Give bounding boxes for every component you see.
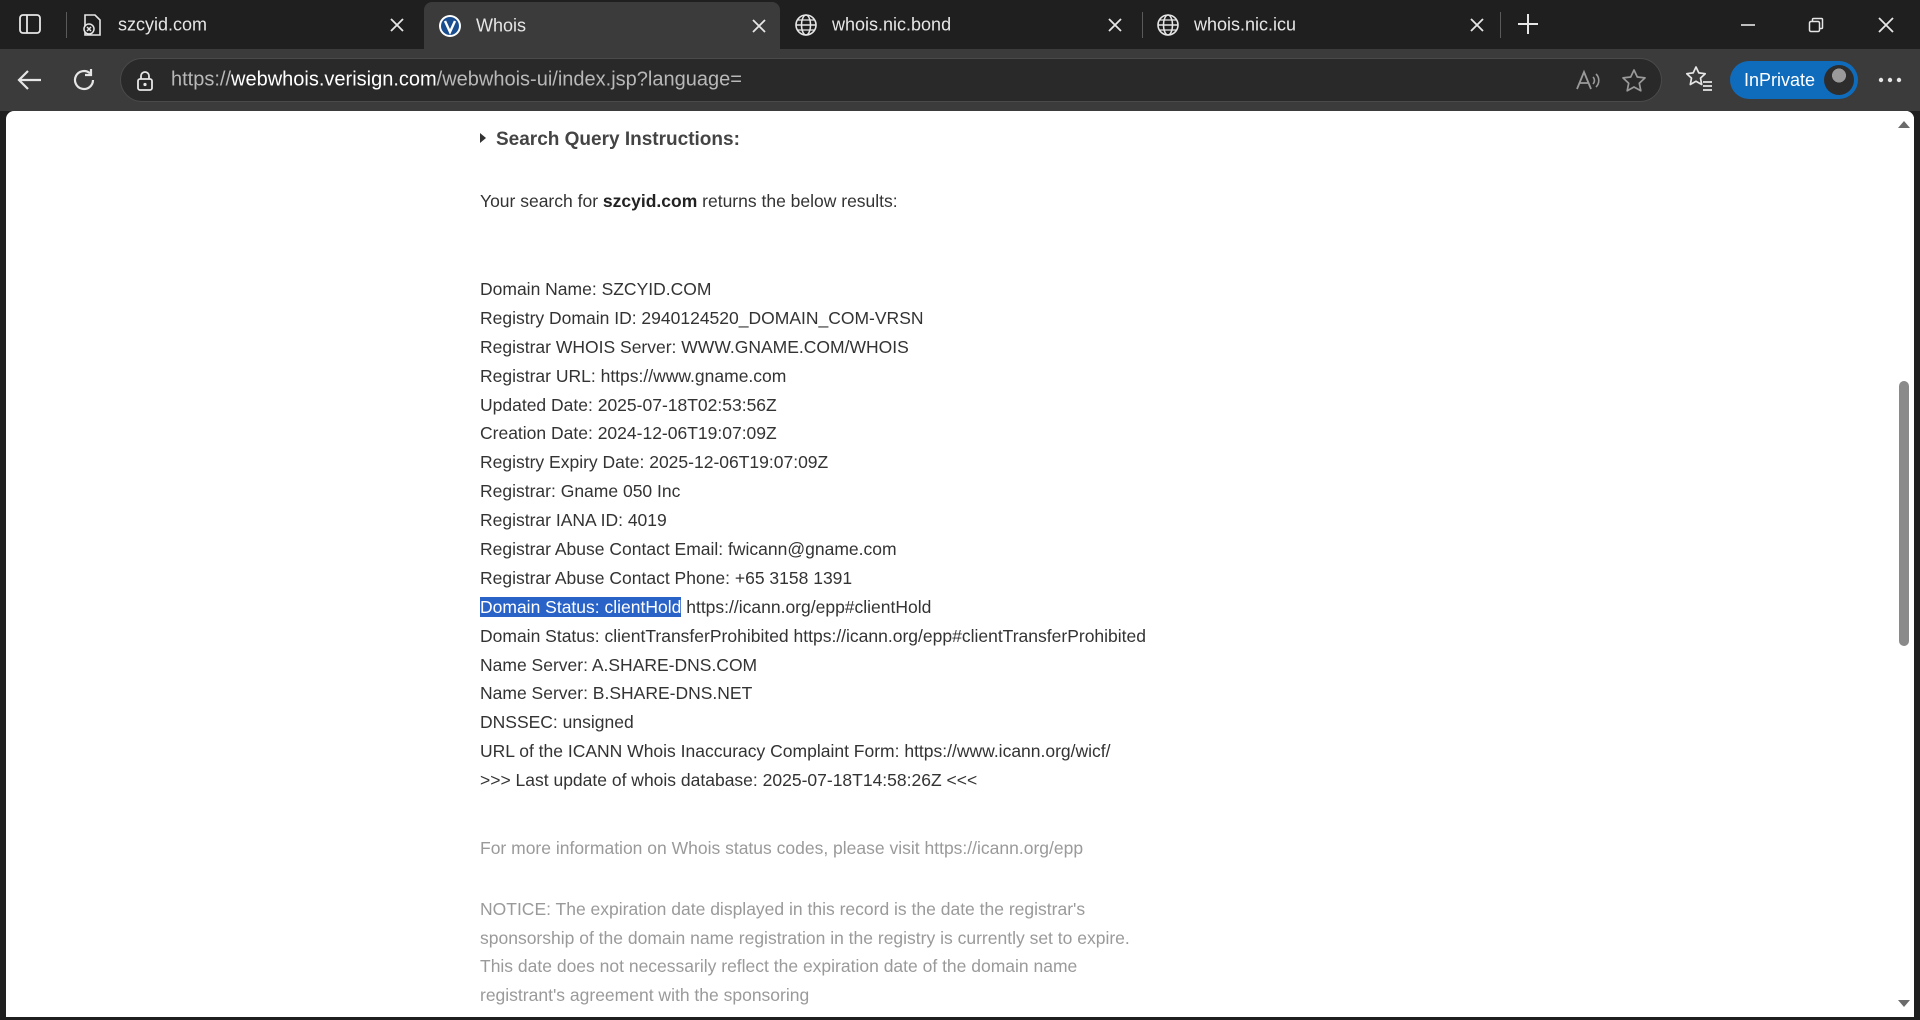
record-line: Registrar Abuse Contact Email: fwicann@g… <box>480 539 897 560</box>
record-line: Name Server: B.SHARE-DNS.NET <box>480 683 753 704</box>
record-line: Registrar URL: https://www.gname.com <box>480 365 787 386</box>
caret-right-icon <box>480 132 486 143</box>
url-host: webwhois.verisign.com <box>231 68 437 91</box>
tab-whois-nic-bond[interactable]: whois.nic.bond <box>780 4 1136 46</box>
tab-actions-icon[interactable] <box>12 10 48 38</box>
address-bar[interactable]: https://webwhois.verisign.com/webwhois-u… <box>120 58 1662 102</box>
tab-separator <box>1500 12 1501 38</box>
favorite-star-icon[interactable] <box>1621 68 1647 94</box>
more-options-icon[interactable] <box>1874 64 1906 96</box>
search-prefix: Your search for <box>480 191 599 211</box>
record-line: Creation Date: 2024-12-06T19:07:09Z <box>480 423 777 444</box>
tab-title: whois.nic.bond <box>832 14 952 35</box>
new-tab-icon[interactable] <box>1512 8 1544 40</box>
record-line: Registry Expiry Date: 2025-12-06T19:07:0… <box>480 452 829 473</box>
scrollbar-thumb[interactable] <box>1899 381 1909 646</box>
url-scheme: https:// <box>171 68 232 91</box>
globe-icon <box>794 13 818 37</box>
selected-text: Domain Status: clientHold <box>480 596 682 617</box>
browser-toolbar: https://webwhois.verisign.com/webwhois-u… <box>0 49 1920 111</box>
record-line: Registry Domain ID: 2940124520_DOMAIN_CO… <box>480 307 924 328</box>
tab-whois-nic-icu[interactable]: whois.nic.icu <box>1142 4 1498 46</box>
record-line: Name Server: A.SHARE-DNS.COM <box>480 654 758 675</box>
record-line: Registrar Abuse Contact Phone: +65 3158 … <box>480 567 853 588</box>
error-page-icon <box>80 13 104 37</box>
record-line: Domain Status: clientTransferProhibited … <box>480 625 1146 646</box>
page-viewport: Search Query Instructions: Your search f… <box>6 111 1914 1017</box>
tab-whois[interactable]: Whois <box>424 2 780 49</box>
record-line: Registrar IANA ID: 4019 <box>480 510 667 531</box>
avatar <box>1824 65 1854 95</box>
record-line: >>> Last update of whois database: 2025-… <box>480 770 978 791</box>
url-text: https://webwhois.verisign.com/webwhois-u… <box>171 69 742 92</box>
close-icon[interactable] <box>1104 14 1126 36</box>
verisign-icon <box>438 14 462 38</box>
record-line: Registrar: Gname 050 Inc <box>480 481 681 502</box>
close-icon[interactable] <box>1466 14 1488 36</box>
status-codes-info: For more information on Whois status cod… <box>480 838 1084 858</box>
tab-strip: szcyid.com Whois whois.nic.bond whois.ni… <box>0 0 1920 49</box>
status-link-text: https://icann.org/epp#clientHold <box>681 596 932 617</box>
expiration-notice: NOTICE: The expiration date displayed in… <box>480 899 1130 1005</box>
minimize-icon[interactable] <box>1724 8 1772 42</box>
refresh-icon[interactable] <box>66 62 102 98</box>
record-line: Registrar WHOIS Server: WWW.GNAME.COM/WH… <box>480 336 909 357</box>
globe-icon <box>1156 13 1180 37</box>
whois-record: Domain Name: SZCYID.COM Registry Domain … <box>480 275 1146 795</box>
tab-title: Whois <box>476 15 527 35</box>
read-aloud-icon[interactable] <box>1575 68 1601 94</box>
lock-icon[interactable] <box>133 69 157 93</box>
searched-domain: szcyid.com <box>602 191 698 211</box>
scroll-up-icon[interactable] <box>1898 121 1910 128</box>
inprivate-label: InPrivate <box>1744 69 1816 90</box>
record-line: Updated Date: 2025-07-18T02:53:56Z <box>480 394 777 415</box>
record-line: DNSSEC: unsigned <box>480 712 634 733</box>
favorites-icon[interactable] <box>1684 64 1716 96</box>
record-line: URL of the ICANN Whois Inaccuracy Compla… <box>480 741 1111 762</box>
url-path: /webwhois-ui/index.jsp?language= <box>436 68 742 91</box>
instructions-label: Search Query Instructions: <box>496 129 740 150</box>
search-result-summary: Your search for szcyid.com returns the b… <box>480 191 898 212</box>
page-scrollbar[interactable] <box>1894 111 1914 1017</box>
search-query-instructions-toggle[interactable]: Search Query Instructions: <box>480 129 740 151</box>
window-close-icon[interactable] <box>1862 8 1910 42</box>
back-icon[interactable] <box>12 62 48 98</box>
tab-title: whois.nic.icu <box>1194 14 1297 35</box>
tab-title: szcyid.com <box>118 14 208 35</box>
close-icon[interactable] <box>386 14 408 36</box>
close-icon[interactable] <box>748 15 770 37</box>
search-suffix: returns the below results: <box>702 191 898 211</box>
tab-szcyid[interactable]: szcyid.com <box>66 4 418 46</box>
scroll-down-icon[interactable] <box>1898 1000 1910 1007</box>
record-line: Domain Name: SZCYID.COM <box>480 279 712 299</box>
restore-icon[interactable] <box>1792 8 1840 42</box>
record-line-domain-status: Domain Status: clientHold https://icann.… <box>480 593 1146 622</box>
inprivate-button[interactable]: InPrivate <box>1730 61 1858 99</box>
